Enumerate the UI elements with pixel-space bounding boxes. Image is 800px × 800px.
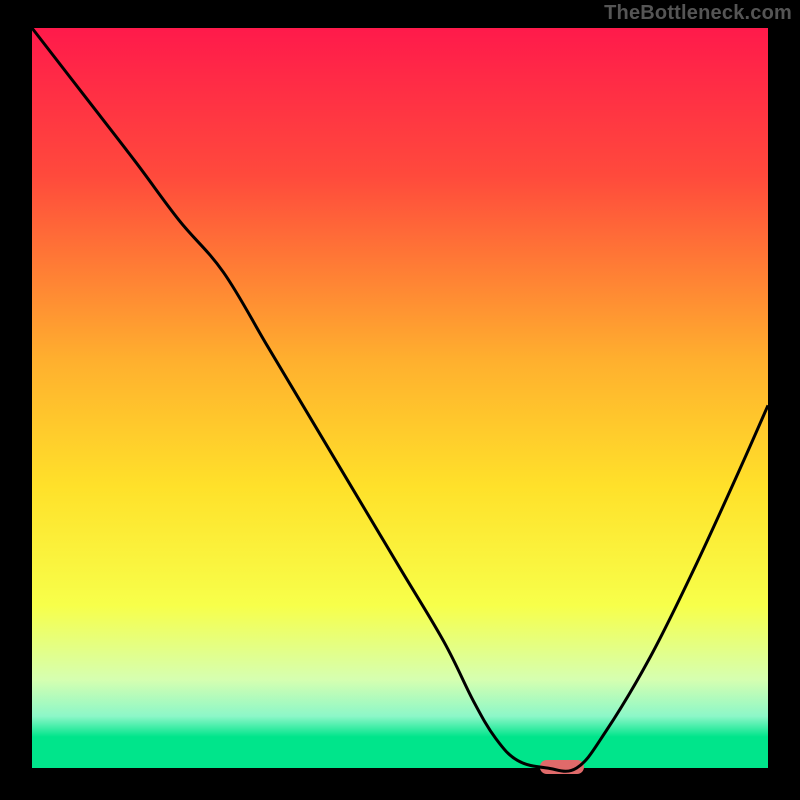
bottleneck-chart [0, 0, 800, 800]
chart-frame: TheBottleneck.com [0, 0, 800, 800]
gradient-background [32, 28, 768, 768]
